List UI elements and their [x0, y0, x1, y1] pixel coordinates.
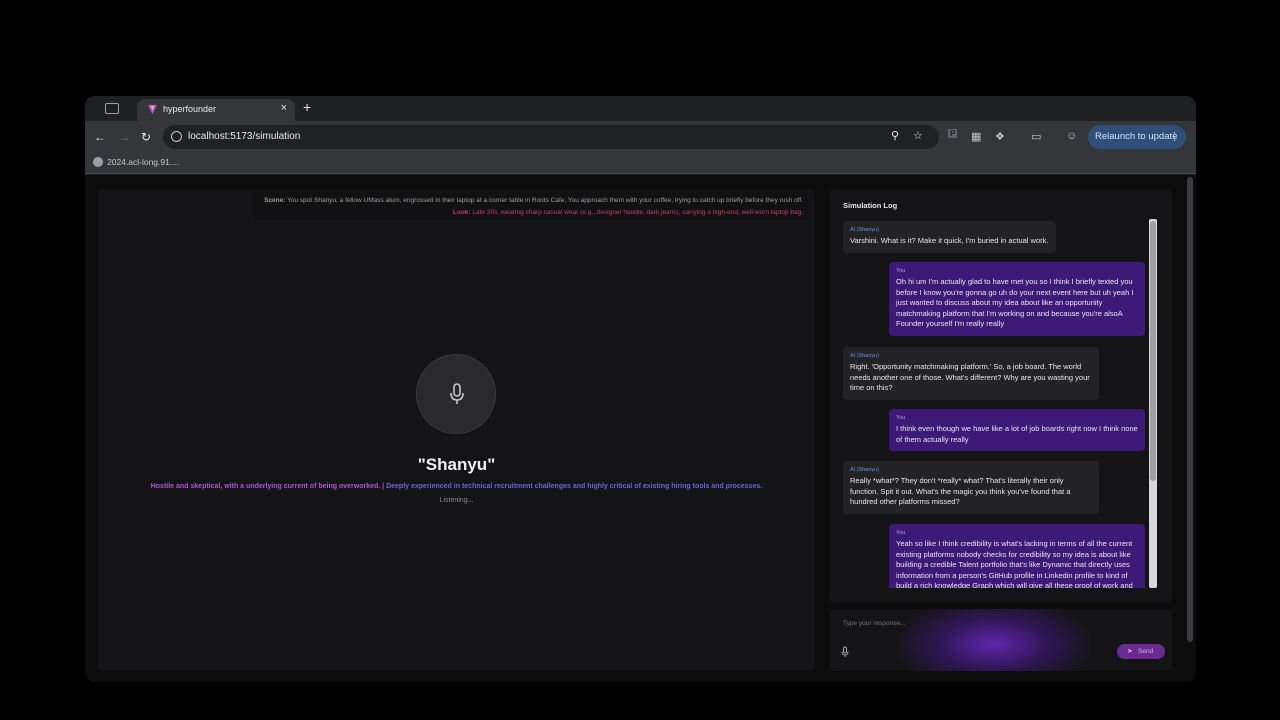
site-info-icon[interactable] [171, 131, 182, 142]
bookmark-star-icon[interactable]: ☆ [913, 129, 923, 142]
document-icon[interactable]: ▦ [971, 130, 981, 143]
microphone-icon[interactable] [841, 646, 849, 658]
profile-icon[interactable]: ☺ [1066, 130, 1077, 142]
zoom-icon[interactable]: ⚲ [891, 129, 899, 142]
scene-text: You spot Shanyu, a fellow UMass alum, en… [287, 197, 803, 204]
address-bar[interactable]: localhost:5173/simulation ⚲ ☆ [163, 125, 939, 149]
simulation-stage: Scene: You spot Shanyu, a fellow UMass a… [98, 189, 815, 671]
browser-window: hyperfounder × + ← → ↻ localhost:5173/si… [85, 96, 1196, 682]
message-sender: AI (Shanyu) [850, 467, 880, 473]
message-ai: AI (Shanyu) Varshini. What is it? Make i… [843, 221, 1056, 253]
message-text: Varshini. What is it? Make it quick, I'm… [850, 236, 1049, 245]
response-input-panel: ➤ Send [829, 609, 1172, 671]
page-scrollbar[interactable] [1187, 177, 1193, 642]
trait-personality: Hostile and skeptical, with a underlying… [150, 483, 381, 490]
log-title: Simulation Log [843, 201, 898, 210]
message-ai: AI (Shanyu) Really *what*? They don't *r… [843, 461, 1099, 514]
reload-icon[interactable]: ↻ [141, 130, 151, 144]
message-sender: AI (Shanyu) [850, 227, 880, 233]
simulation-log-panel: Simulation Log AI (Shanyu) Varshini. Wha… [829, 189, 1172, 603]
trait-separator: | [382, 483, 385, 490]
extension-p-icon[interactable]: P [948, 129, 958, 138]
send-label: Send [1138, 647, 1154, 655]
menu-icon[interactable]: ⋮ [1169, 130, 1180, 143]
message-user: You Oh hi um I'm actually glad to have m… [889, 262, 1145, 336]
message-user: You Yeah so like I think credibility is … [889, 524, 1145, 588]
message-sender: You [896, 415, 906, 421]
voice-glow [899, 609, 1089, 671]
message-text: Right. 'Opportunity matchmaking platform… [850, 362, 1090, 392]
message-text: I think even though we have like a lot o… [896, 424, 1138, 444]
message-sender: You [896, 268, 906, 274]
vite-icon [147, 104, 158, 115]
message-text: Yeah so like I think credibility is what… [896, 539, 1133, 588]
tab-strip: hyperfounder × + [85, 96, 1196, 121]
scene-description: Scene: You spot Shanyu, a fellow UMass a… [253, 192, 808, 220]
close-tab-icon[interactable]: × [281, 102, 287, 114]
url-text[interactable]: localhost:5173/simulation [188, 131, 300, 142]
look-label: Look: [452, 209, 471, 216]
tab-title: hyperfounder [163, 104, 217, 114]
relaunch-label: Relaunch to update [1095, 131, 1178, 142]
new-tab-icon[interactable]: + [303, 99, 311, 115]
reading-list-icon[interactable]: ▭ [1031, 130, 1041, 143]
relaunch-button[interactable]: Relaunch to update ⋮ [1088, 125, 1186, 149]
scene-line: Scene: You spot Shanyu, a fellow UMass a… [264, 197, 803, 204]
message-list[interactable]: AI (Shanyu) Varshini. What is it? Make i… [829, 219, 1158, 588]
log-scrollbar-thumb[interactable] [1150, 221, 1156, 481]
forward-icon[interactable]: → [118, 130, 130, 144]
message-text: Oh hi um I'm actually glad to have met y… [896, 277, 1134, 328]
scene-label: Scene: [264, 197, 286, 204]
message-text: Really *what*? They don't *really* what?… [850, 476, 1071, 506]
character-traits: Hostile and skeptical, with a underlying… [98, 483, 815, 490]
extensions-icon[interactable]: ❖ [995, 130, 1005, 143]
message-sender: You [896, 530, 906, 536]
globe-icon [93, 157, 103, 167]
page-content: Scene: You spot Shanyu, a fellow UMass a… [85, 175, 1196, 682]
mic-button[interactable] [416, 354, 496, 434]
response-input[interactable] [843, 620, 1143, 627]
listening-status: Listening... [439, 497, 474, 504]
back-icon[interactable]: ← [94, 130, 106, 144]
send-icon: ➤ [1127, 648, 1133, 655]
bookmarks-bar: 2024.acl-long.91.... [85, 153, 1196, 174]
trait-expertise: Deeply experienced in technical recruitm… [386, 483, 763, 490]
log-scrollbar[interactable] [1149, 219, 1157, 588]
character-name: "Shanyu" [417, 455, 496, 474]
tab-hyperfounder[interactable]: hyperfounder × [137, 99, 295, 121]
send-button[interactable]: ➤ Send [1117, 644, 1165, 659]
bookmark-item[interactable]: 2024.acl-long.91.... [107, 157, 179, 167]
look-line: Look: Late 20s, wearing sharp casual wea… [453, 209, 803, 216]
microphone-icon [450, 383, 464, 404]
toolbar: ← → ↻ localhost:5173/simulation ⚲ ☆ P ▦ … [85, 121, 1196, 153]
tab-search-icon[interactable] [105, 103, 119, 114]
message-user: You I think even though we have like a l… [889, 409, 1145, 451]
message-ai: AI (Shanyu) Right. 'Opportunity matchmak… [843, 347, 1099, 400]
message-sender: AI (Shanyu) [850, 353, 880, 359]
look-text: Late 20s, wearing sharp casual wear (e.g… [472, 209, 803, 216]
